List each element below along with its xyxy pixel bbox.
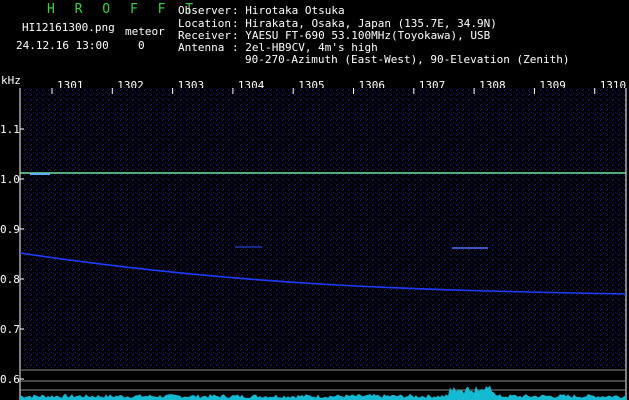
spectrogram — [19, 88, 627, 400]
noise-field — [22, 88, 626, 368]
amplitude-trace — [20, 385, 626, 400]
